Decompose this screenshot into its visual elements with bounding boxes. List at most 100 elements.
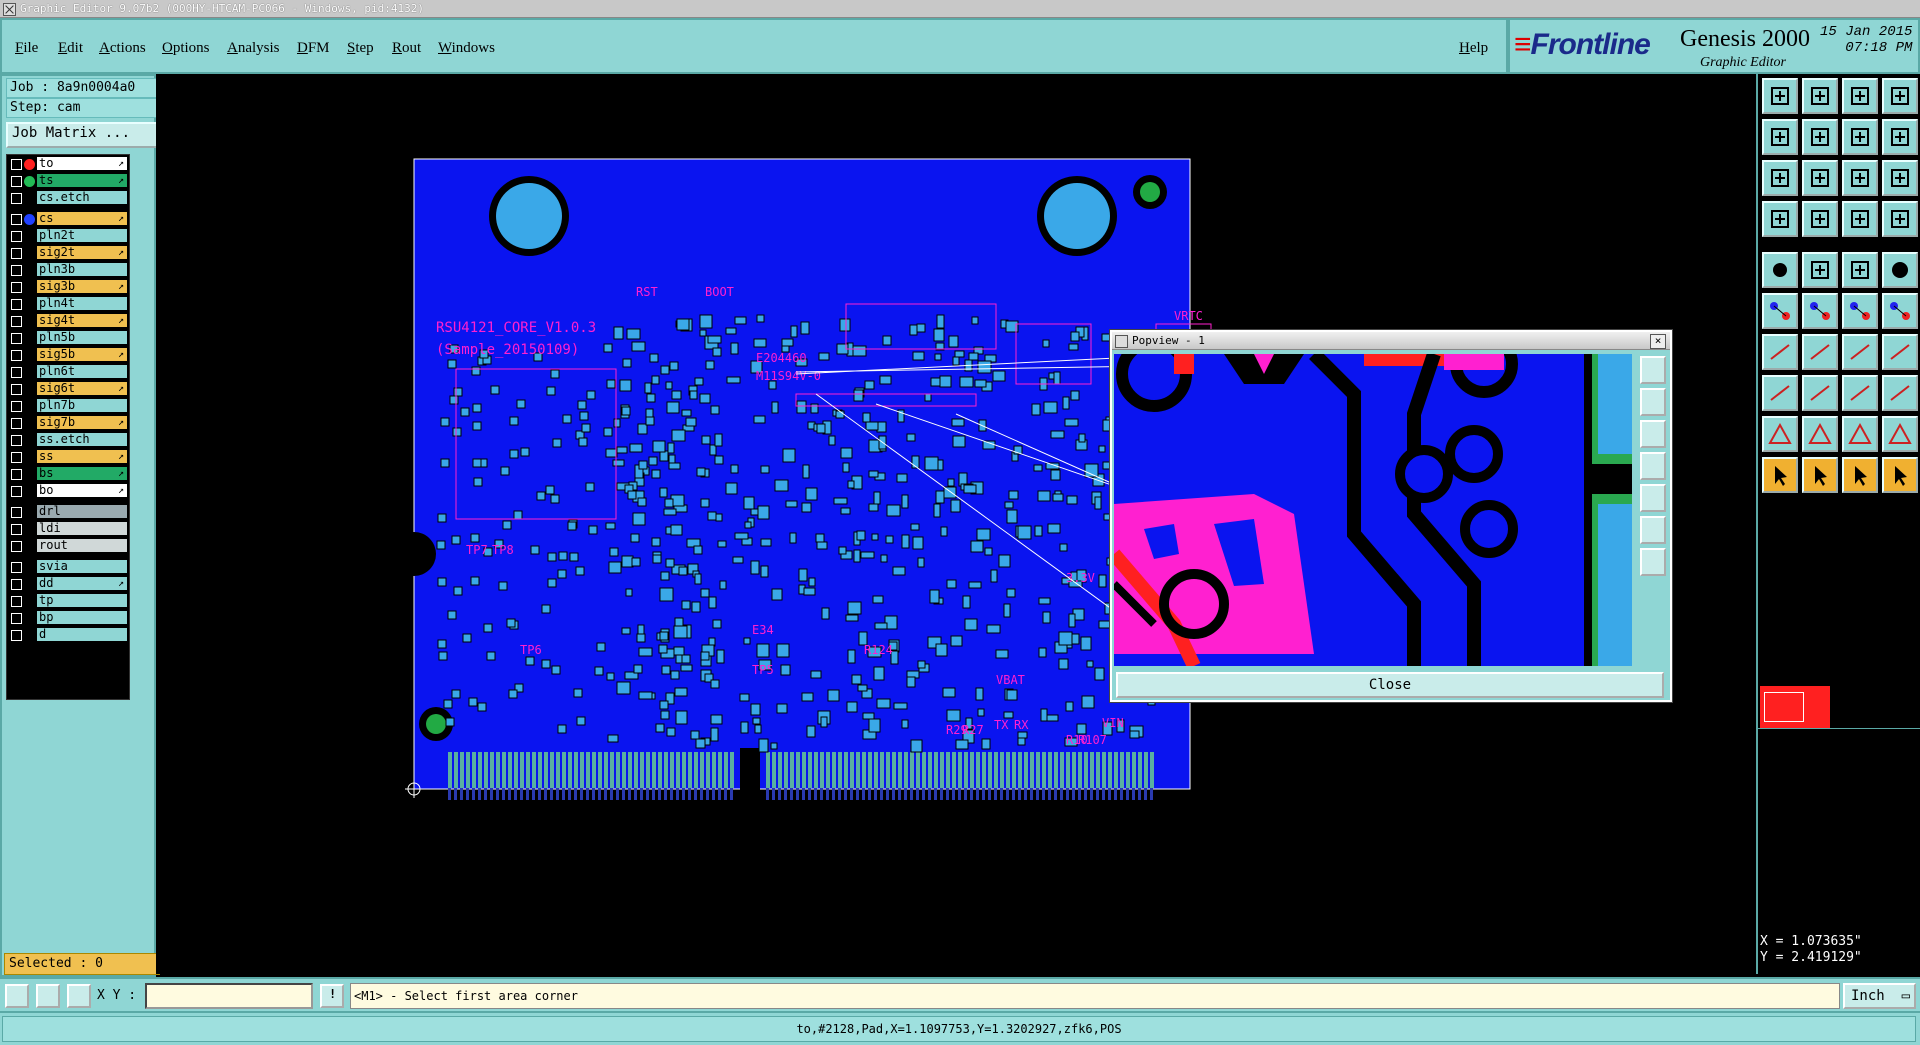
layer-name[interactable]: bs ↗ [37,467,127,480]
layer-name[interactable]: sig5b ↗ [37,348,127,361]
layer-name[interactable]: ss.etch [37,433,127,446]
blank-icon[interactable] [1802,201,1838,237]
layer-row-pln6t[interactable]: pln6t [9,365,127,379]
layer-checkbox[interactable] [11,214,22,225]
layer-name[interactable]: drl [37,505,127,518]
rotate-icon[interactable] [1842,334,1878,370]
layer-name[interactable]: ss ↗ [37,450,127,463]
select-4-icon[interactable] [1882,457,1918,493]
layer-name[interactable]: dd ↗ [37,577,127,590]
layer-checkbox[interactable] [11,176,22,187]
right-icon[interactable] [1802,119,1838,155]
layer-checkbox[interactable] [11,596,22,607]
layer-name[interactable]: pln6t [37,365,127,378]
triangle-b-icon[interactable] [1842,416,1878,452]
layer-row-ss[interactable]: ss ↗ [9,450,127,464]
layer-checkbox[interactable] [11,265,22,276]
layer-row-svia[interactable]: svia [9,560,127,574]
layer-name[interactable]: to ↗ [37,157,127,170]
menu-analysis[interactable]: Analysis [227,40,280,57]
layer-name[interactable]: cs.etch [37,191,127,204]
text-icon[interactable] [1882,334,1918,370]
left-icon[interactable] [1762,119,1798,155]
layer-row-ldi[interactable]: ldi [9,522,127,536]
back-icon[interactable] [1842,119,1878,155]
prompt-info-button[interactable]: ! [320,984,344,1008]
layer-checkbox[interactable] [11,469,22,480]
snap-mode-button[interactable] [5,984,29,1008]
zoom-ratio-icon[interactable] [1842,160,1878,196]
grid-mode-button[interactable] [67,984,91,1008]
layer-checkbox[interactable] [11,193,22,204]
layer-name[interactable]: ts ↗ [37,174,127,187]
popview-close-button[interactable]: Close [1116,672,1664,698]
menu-actions[interactable]: Actions [99,40,146,57]
layer-row-sig5b[interactable]: sig5b ↗ [9,348,127,362]
layer-name[interactable]: pln5b [37,331,127,344]
layer-name[interactable]: bp [37,611,127,624]
layer-row-d[interactable]: d [9,628,127,642]
job-matrix-button[interactable]: Job Matrix ... [6,122,160,148]
add-slash-icon[interactable] [1802,334,1838,370]
layer-checkbox[interactable] [11,248,22,259]
redraw-icon[interactable] [1882,119,1918,155]
layer-checkbox[interactable] [11,435,22,446]
layer-row-cs-etch[interactable]: cs.etch [9,191,127,205]
window-menu-icon[interactable] [3,3,16,16]
measure-icon[interactable] [1842,201,1878,237]
menu-rout[interactable]: Rout [392,40,421,57]
popview-fit-button[interactable] [1640,516,1666,544]
menu-step[interactable]: Step [347,40,374,57]
save-icon[interactable] [1802,78,1838,114]
layer-checkbox[interactable] [11,384,22,395]
layer-row-ss-etch[interactable]: ss.etch [9,433,127,447]
layer-name[interactable]: tp [37,594,127,607]
units-select[interactable]: Inch ▭ [1843,983,1916,1009]
layer-row-bp[interactable]: bp [9,611,127,625]
layer-name[interactable]: sig2t ↗ [37,246,127,259]
layer-checkbox[interactable] [11,562,22,573]
layer-row-tp[interactable]: tp [9,594,127,608]
layer-checkbox[interactable] [11,418,22,429]
layer-checkbox[interactable] [11,282,22,293]
layer-checkbox[interactable] [11,350,22,361]
layer-name[interactable]: svia [37,560,127,573]
layer-checkbox[interactable] [11,579,22,590]
layers-icon[interactable] [1762,201,1798,237]
cancel-mode-button[interactable] [36,984,60,1008]
layer-row-rout[interactable]: rout [9,539,127,553]
layer-name[interactable]: sig7b ↗ [37,416,127,429]
layer-row-sig2t[interactable]: sig2t ↗ [9,246,127,260]
layer-name[interactable]: sig3b ↗ [37,280,127,293]
triangle-icon[interactable] [1762,416,1798,452]
layer-name[interactable]: pln7b [37,399,127,412]
layer-checkbox[interactable] [11,367,22,378]
menu-dfm[interactable]: DFM [297,40,330,57]
layer-checkbox[interactable] [11,452,22,463]
minus-icon[interactable] [1802,375,1838,411]
cross-icon[interactable] [1802,293,1838,329]
layer-name[interactable]: sig6t ↗ [37,382,127,395]
popview-zoom-view[interactable] [1114,354,1632,666]
layer-name[interactable]: sig4t ↗ [37,314,127,327]
layer-checkbox[interactable] [11,333,22,344]
layer-name[interactable]: bo ↗ [37,484,127,497]
layer-row-ts[interactable]: ts ↗ [9,174,127,188]
layer-preview-swatch[interactable] [1760,686,1830,728]
popview-home-button[interactable] [1640,548,1666,576]
layer-row-sig7b[interactable]: sig7b ↗ [9,416,127,430]
layer-checkbox[interactable] [11,299,22,310]
select-2-icon[interactable] [1802,457,1838,493]
popview-zoom-out-button[interactable] [1640,388,1666,416]
layer-row-pln7b[interactable]: pln7b [9,399,127,413]
menu-options[interactable]: Options [162,40,210,57]
menu-help[interactable]: Help [1459,40,1488,57]
layer-checkbox[interactable] [11,613,22,624]
layer-checkbox[interactable] [11,524,22,535]
layer-checkbox[interactable] [11,231,22,242]
open-icon[interactable] [1762,78,1798,114]
copy-icon[interactable] [1882,375,1918,411]
add-pad-icon[interactable] [1762,375,1798,411]
dash-icon[interactable] [1842,252,1878,288]
menu-windows[interactable]: Windows [438,40,495,57]
